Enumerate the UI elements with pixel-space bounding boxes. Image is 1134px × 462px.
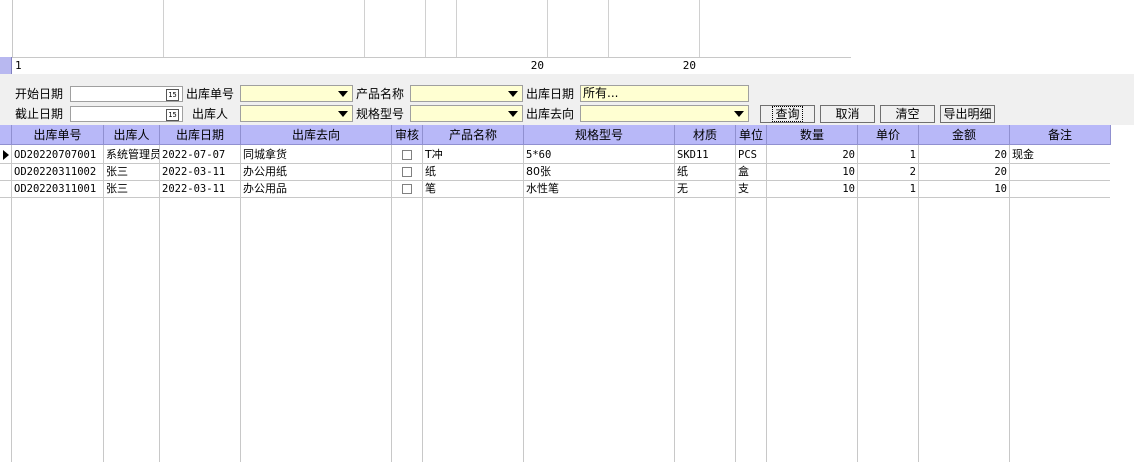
cell-amount[interactable]: 10 <box>919 181 1009 197</box>
cell-product[interactable]: T冲 <box>423 147 523 163</box>
cell-material[interactable]: SKD11 <box>675 147 735 163</box>
cell-spec[interactable]: 水性笔 <box>524 181 674 197</box>
start-date-label: 开始日期 <box>15 87 64 101</box>
cell-date[interactable]: 2022-03-11 <box>160 181 240 197</box>
export-button-label: 导出明细 <box>943 107 992 121</box>
start-date-input[interactable]: 15 <box>70 86 183 102</box>
cell-qty[interactable]: 20 <box>767 147 857 163</box>
cell-unit[interactable]: PCS <box>736 147 766 163</box>
cell-material[interactable]: 无 <box>675 181 735 197</box>
cell-person[interactable]: 张三 <box>104 164 159 180</box>
col-header-unit[interactable]: 单位 <box>736 125 767 145</box>
approved-checkbox[interactable] <box>402 150 412 160</box>
end-date-label: 截止日期 <box>15 107 64 121</box>
cell-material[interactable]: 纸 <box>675 164 735 180</box>
spec-combo[interactable] <box>410 105 523 122</box>
clear-button-label: 清空 <box>895 107 920 121</box>
table-row[interactable]: OD20220311001 张三 2022-03-11 办公用品 笔 水性笔 无… <box>0 181 1110 198</box>
cell-date[interactable]: 2022-07-07 <box>160 147 240 163</box>
col-header-qty[interactable]: 数量 <box>767 125 858 145</box>
cell-destination[interactable]: 办公用纸 <box>241 164 391 180</box>
calendar-icon[interactable]: 15 <box>166 109 179 121</box>
cell-price[interactable]: 2 <box>858 164 918 180</box>
col-header-material[interactable]: 材质 <box>675 125 736 145</box>
chevron-down-icon[interactable] <box>338 111 348 117</box>
cell-spec[interactable]: 5*60 <box>524 147 674 163</box>
summary-count: 1 <box>15 59 22 72</box>
destination-combo[interactable] <box>580 105 749 122</box>
cell-note[interactable] <box>1010 164 1110 180</box>
calendar-icon[interactable]: 15 <box>166 89 179 101</box>
col-header-price[interactable]: 单价 <box>858 125 919 145</box>
summary-row-marker <box>0 57 12 74</box>
cell-order-no[interactable]: OD20220311002 <box>12 164 103 180</box>
approved-checkbox[interactable] <box>402 184 412 194</box>
summary-qty-total: 20 <box>530 59 544 72</box>
chevron-down-icon[interactable] <box>734 111 744 117</box>
cell-price[interactable]: 1 <box>858 147 918 163</box>
chevron-down-icon[interactable] <box>508 91 518 97</box>
col-header-approved[interactable]: 审核 <box>392 125 423 145</box>
cell-destination[interactable]: 同城拿货 <box>241 147 391 163</box>
spec-label: 规格型号 <box>356 107 405 121</box>
table-row[interactable]: OD20220311002 张三 2022-03-11 办公用纸 纸 80张 纸… <box>0 164 1110 181</box>
cell-note[interactable]: 现金 <box>1010 147 1110 163</box>
destination-label: 出库去向 <box>526 107 575 121</box>
col-header-amount[interactable]: 金额 <box>919 125 1010 145</box>
query-button[interactable]: 查询 <box>760 105 815 123</box>
header-indicator <box>0 125 12 145</box>
cell-unit[interactable]: 盒 <box>736 164 766 180</box>
cancel-button-label: 取消 <box>835 107 860 121</box>
cell-product[interactable]: 纸 <box>423 164 523 180</box>
order-no-combo[interactable] <box>240 85 353 102</box>
cell-qty[interactable]: 10 <box>767 164 857 180</box>
cell-amount[interactable]: 20 <box>919 147 1009 163</box>
out-date-label: 出库日期 <box>526 87 575 101</box>
cell-note[interactable] <box>1010 181 1110 197</box>
end-date-input[interactable]: 15 <box>70 106 183 122</box>
col-header-spec[interactable]: 规格型号 <box>524 125 675 145</box>
product-name-label: 产品名称 <box>356 87 405 101</box>
summary-row <box>0 57 851 75</box>
cell-date[interactable]: 2022-03-11 <box>160 164 240 180</box>
detail-grid: 出库单号 出库人 出库日期 出库去向 审核 产品名称 规格型号 材质 单位 数量… <box>0 125 1134 462</box>
cell-order-no[interactable]: OD20220707001 <box>12 147 103 163</box>
col-header-person[interactable]: 出库人 <box>104 125 160 145</box>
cell-order-no[interactable]: OD20220311001 <box>12 181 103 197</box>
current-row-pointer-icon <box>3 150 9 160</box>
col-header-order-no[interactable]: 出库单号 <box>12 125 104 145</box>
person-combo[interactable] <box>240 105 353 122</box>
cell-person[interactable]: 系统管理员 <box>104 147 159 163</box>
col-header-destination[interactable]: 出库去向 <box>241 125 392 145</box>
cell-unit[interactable]: 支 <box>736 181 766 197</box>
chevron-down-icon[interactable] <box>338 91 348 97</box>
cancel-button[interactable]: 取消 <box>820 105 875 123</box>
export-button[interactable]: 导出明细 <box>940 105 995 123</box>
cell-amount[interactable]: 20 <box>919 164 1009 180</box>
cell-destination[interactable]: 办公用品 <box>241 181 391 197</box>
person-label: 出库人 <box>192 107 229 121</box>
cell-qty[interactable]: 10 <box>767 181 857 197</box>
cell-product[interactable]: 笔 <box>423 181 523 197</box>
chevron-down-icon[interactable] <box>508 111 518 117</box>
filter-panel: 开始日期 15 出库单号 产品名称 出库日期 所有... 截止日期 15 出库人… <box>0 74 1134 125</box>
table-row[interactable]: OD20220707001 系统管理员 2022-07-07 同城拿货 T冲 5… <box>0 147 1110 164</box>
order-no-label: 出库单号 <box>186 87 235 101</box>
cell-person[interactable]: 张三 <box>104 181 159 197</box>
cell-price[interactable]: 1 <box>858 181 918 197</box>
summary-amount-total: 20 <box>682 59 696 72</box>
approved-checkbox[interactable] <box>402 167 412 177</box>
product-name-combo[interactable] <box>410 85 523 102</box>
clear-button[interactable]: 清空 <box>880 105 935 123</box>
col-header-date[interactable]: 出库日期 <box>160 125 241 145</box>
summary-grid: 1 20 20 <box>0 0 851 75</box>
col-header-note[interactable]: 备注 <box>1010 125 1111 145</box>
query-button-label: 查询 <box>772 106 803 122</box>
col-header-product[interactable]: 产品名称 <box>423 125 524 145</box>
cell-spec[interactable]: 80张 <box>524 164 674 180</box>
out-date-input[interactable]: 所有... <box>580 85 749 102</box>
